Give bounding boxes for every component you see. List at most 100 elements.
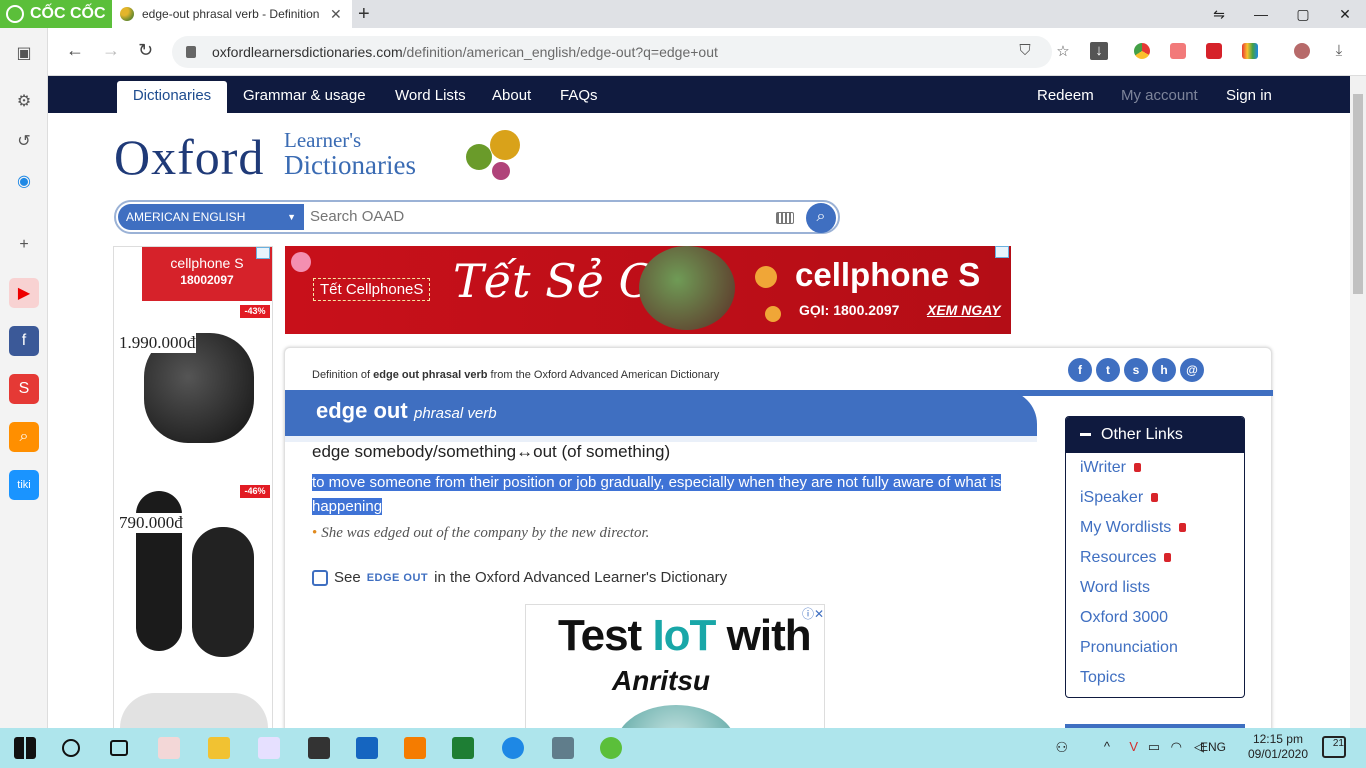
window-minimize-button[interactable]: — [1240, 0, 1282, 28]
window-close-button[interactable]: ✕ [1324, 0, 1366, 28]
search-app-icon[interactable]: ⌕ [9, 422, 39, 452]
add-sidebar-app-icon[interactable]: + [9, 230, 39, 260]
link-ispeaker[interactable]: iSpeaker [1080, 489, 1159, 507]
collapse-minus-icon [1080, 433, 1091, 437]
cortana-icon[interactable] [62, 739, 80, 757]
adblock-extension-icon[interactable] [1170, 43, 1186, 59]
other-links-header[interactable]: Other Links [1066, 417, 1244, 453]
link-oxford-3000[interactable]: Oxford 3000 [1080, 609, 1168, 627]
download-icon[interactable]: ↓ [1090, 42, 1108, 60]
link-my-wordlists[interactable]: My Wordlists [1080, 519, 1187, 537]
chrome-extension-icon[interactable] [1134, 43, 1150, 59]
facebook-icon[interactable]: f [9, 326, 39, 356]
outlook-icon[interactable] [356, 737, 378, 759]
browser-tab-bar: CỐC CỐC edge-out phrasal verb - Definiti… [0, 0, 1366, 28]
wifi-icon[interactable]: ◠ [1171, 739, 1182, 755]
profile-avatar[interactable] [1294, 43, 1310, 59]
nav-about[interactable]: About [492, 87, 531, 104]
battery-icon[interactable]: ▭ [1148, 739, 1160, 755]
stumbleupon-share-icon[interactable]: s [1124, 358, 1148, 382]
tab-oxford[interactable]: edge-out phrasal verb - Definition ✕ [112, 0, 352, 28]
settings-icon[interactable]: ⚙ [9, 86, 39, 116]
scrollbar-thumb[interactable] [1353, 94, 1363, 294]
ad-choices-icon[interactable] [995, 246, 1009, 258]
sticky-app-icon[interactable] [308, 737, 330, 759]
youtube-icon[interactable]: ▶ [9, 278, 39, 308]
ad-choices-icon[interactable] [256, 247, 270, 259]
messenger-icon[interactable]: ◉ [9, 166, 39, 196]
pdf-app-icon[interactable] [404, 737, 426, 759]
color-extension-icon[interactable] [1242, 43, 1258, 59]
hatena-share-icon[interactable]: h [1152, 358, 1176, 382]
coccoc-logo[interactable]: CỐC CỐC [0, 0, 112, 28]
coccoc-taskbar-icon[interactable] [600, 737, 622, 759]
clock[interactable]: 12:15 pm 09/01/2020 [1248, 732, 1308, 762]
zalo-icon[interactable] [502, 737, 524, 759]
app-icon[interactable] [552, 737, 574, 759]
vpn-icon[interactable]: V [1129, 739, 1138, 754]
dictionary-select[interactable]: AMERICAN ENGLISH ▼ [118, 204, 304, 230]
anritsu-ad[interactable]: Test IoT with Anritsu ⓘ✕ [525, 604, 825, 728]
see-also-line: See EDGE OUT in the Oxford Advanced Lear… [312, 569, 727, 586]
left-ad[interactable]: cellphone S 18002097 -43% 1.990.000đ -46… [113, 246, 273, 728]
link-pronunciation[interactable]: Pronunciation [1080, 639, 1178, 657]
oxford-logo-text[interactable]: Oxford [114, 128, 264, 186]
notification-center-icon[interactable]: 21 [1322, 736, 1346, 758]
back-button[interactable]: ← [66, 40, 84, 61]
tab-close-icon[interactable]: ✕ [330, 6, 342, 23]
snipping-tool-icon[interactable] [258, 737, 280, 759]
tray-chevron-icon[interactable]: ^ [1104, 739, 1110, 754]
language-indicator[interactable]: ENG [1200, 740, 1226, 754]
email-share-icon[interactable]: @ [1180, 358, 1204, 382]
window-restore-tabs-button[interactable]: ⇋ [1198, 0, 1240, 28]
page-scrollbar[interactable] [1350, 76, 1366, 728]
nav-redeem[interactable]: Redeem [1037, 87, 1094, 104]
shopee-icon[interactable]: S [9, 374, 39, 404]
search-button[interactable]: ⌕ [806, 203, 836, 233]
dictionary-select-value: AMERICAN ENGLISH [126, 210, 246, 224]
link-iwriter[interactable]: iWriter [1080, 459, 1141, 477]
lock-icon [1133, 463, 1141, 472]
downloads-arrow-icon[interactable]: ⤓ [1330, 42, 1348, 60]
cellphones-banner-ad[interactable]: Tết CellphoneS Tết Sẻ Chia cellphone S G… [285, 246, 1011, 334]
sidebar-toggle-icon[interactable]: ▣ [9, 38, 39, 68]
new-tab-button[interactable]: + [358, 3, 370, 26]
windows-taskbar: ⚇ ^ V ▭ ◠ ◁ ENG 12:15 pm 09/01/2020 21 [0, 728, 1366, 768]
discount-badge: -46% [240, 485, 270, 498]
see-suffix: in the Oxford Advanced Learner's Diction… [434, 569, 728, 586]
twitter-share-icon[interactable]: t [1096, 358, 1120, 382]
search-input[interactable] [310, 208, 750, 225]
reload-button[interactable]: ↻ [138, 40, 153, 61]
history-icon[interactable]: ↺ [9, 126, 39, 156]
nav-sign-in[interactable]: Sign in [1226, 87, 1272, 104]
excel-icon[interactable] [452, 737, 474, 759]
facebook-share-icon[interactable]: f [1068, 358, 1092, 382]
link-word-lists[interactable]: Word lists [1080, 579, 1150, 597]
window-maximize-button[interactable]: ▢ [1282, 0, 1324, 28]
left-ad-brand: cellphone S [170, 255, 244, 271]
task-view-icon[interactable] [110, 740, 128, 756]
keyboard-icon[interactable] [776, 212, 794, 224]
shield-icon[interactable]: ⛉ [1016, 42, 1034, 60]
address-bar[interactable]: oxfordlearnersdictionaries.com/definitio… [172, 36, 1052, 68]
ad-close-icon[interactable]: ⓘ✕ [801, 605, 824, 622]
file-explorer-icon[interactable] [208, 737, 230, 759]
tiki-icon[interactable]: tiki [9, 470, 39, 500]
see-link[interactable]: EDGE OUT [367, 572, 428, 584]
paint-app-icon[interactable] [158, 737, 180, 759]
nav-my-account[interactable]: My account [1121, 87, 1198, 104]
windows-start-icon[interactable] [14, 737, 36, 759]
nav-dictionaries[interactable]: Dictionaries [117, 81, 227, 113]
forward-button[interactable]: → [102, 40, 120, 61]
nav-word-lists[interactable]: Word Lists [395, 87, 466, 104]
nav-faqs[interactable]: FAQs [560, 87, 598, 104]
bookmark-star-icon[interactable]: ☆ [1054, 42, 1072, 60]
nav-grammar-usage[interactable]: Grammar & usage [243, 87, 366, 104]
link-topics[interactable]: Topics [1080, 669, 1125, 687]
banner-cta[interactable]: XEM NGAY [927, 302, 1001, 318]
people-icon[interactable]: ⚇ [1055, 739, 1068, 756]
web-page: Dictionaries Grammar & usage Word Lists … [48, 76, 1350, 728]
left-ad-phone: 18002097 [180, 273, 234, 287]
link-resources[interactable]: Resources [1080, 549, 1172, 567]
red-extension-icon[interactable] [1206, 43, 1222, 59]
